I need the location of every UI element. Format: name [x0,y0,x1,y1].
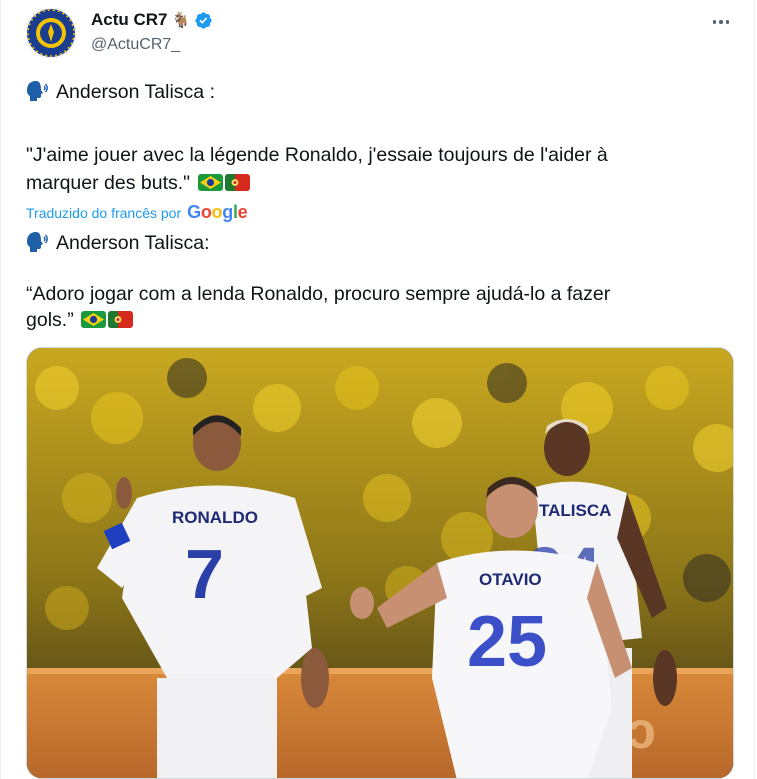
translation-notice[interactable]: Traduzido do francês por Google [26,202,248,223]
author-handle[interactable]: @ActuCR7_ [91,36,180,54]
display-name[interactable]: Actu CR7 [91,10,168,30]
flag-brazil-icon [81,311,107,328]
flag-portugal-icon [224,174,250,191]
translated-speaker: Anderson Talisca: [56,232,210,254]
google-logo: Google [187,202,248,222]
speaking-head-icon [27,81,48,101]
jersey-number-ronaldo: 7 [185,535,224,613]
translated-quote-line-2: gols.” [26,306,134,334]
football-players-photo: ᴐ RONALDO 7 TALISCA OTAVIO 25 [27,348,733,778]
crest-icon [26,8,76,58]
original-quote-line-1: "J'aime jouer avec la légende Ronaldo, j… [26,144,608,166]
original-quote-text: marquer des buts." [26,172,191,194]
verified-badge-icon [195,11,212,29]
more-options-button[interactable] [709,14,733,30]
original-speaker: Anderson Talisca : [56,81,215,103]
original-quote-line-2: marquer des buts." [26,169,250,197]
translation-note: Traduzido do francês por [26,204,182,221]
tweet-card: Actu CR7 🐐 @ActuCR7_ Anderson Talisca : … [0,0,755,779]
goat-emoji-icon: 🐐 [171,11,191,29]
jersey-name-talisca: TALISCA [539,501,611,520]
more-dot-icon [712,20,717,24]
more-dot-icon [725,20,730,24]
translated-speaker-line: Anderson Talisca: [26,229,210,257]
more-dot-icon [719,20,723,24]
jersey-name-otavio: OTAVIO [479,570,542,589]
original-speaker-line: Anderson Talisca : [26,78,215,106]
translated-quote-text: gols.” [26,309,74,331]
avatar[interactable] [26,8,76,58]
jersey-number-otavio: 25 [467,602,547,682]
translated-quote-line-1: “Adoro jogar com a lenda Ronaldo, procur… [26,283,611,305]
tweet-photo[interactable]: ᴐ RONALDO 7 TALISCA OTAVIO 25 [26,347,734,779]
flag-brazil-icon [197,174,223,191]
flag-portugal-icon [108,311,134,328]
jersey-name-ronaldo: RONALDO [172,508,258,527]
speaking-head-icon [27,232,48,252]
author-name-row: Actu CR7 🐐 [91,10,213,30]
